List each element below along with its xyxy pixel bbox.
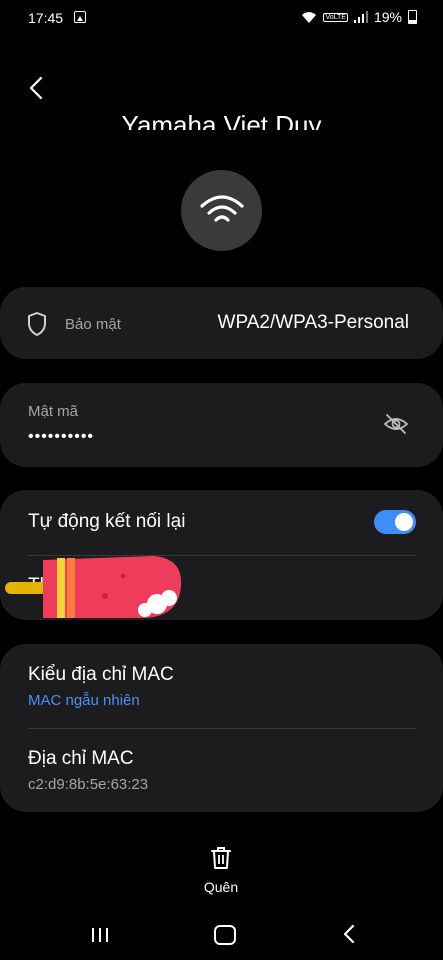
back-icon[interactable] (341, 924, 357, 944)
divider (28, 728, 417, 729)
password-card[interactable]: Mật mã •••••••••• (0, 383, 443, 467)
security-card: Bảo mật WPA2/WPA3-Personal (0, 287, 443, 359)
wifi-signal-icon (302, 11, 317, 23)
gallery-icon (74, 11, 86, 23)
volte-icon: VoLTE (323, 12, 348, 22)
back-arrow-icon (29, 76, 43, 100)
auto-reconnect-card: Tự động kết nối lại Th (0, 490, 443, 620)
popsicle-sticker (5, 556, 182, 618)
forget-label: Quên (203, 879, 239, 895)
status-time: 17:45 (28, 10, 64, 26)
status-icons: VoLTE 19% (301, 9, 417, 25)
battery-icon (408, 10, 417, 24)
navigation-bar (0, 910, 443, 960)
cell-signal-icon (353, 11, 368, 23)
network-name-title: Yamaha Viet Duy (40, 104, 403, 130)
shield-icon (28, 312, 46, 336)
mac-address-label: Địa chỉ MAC (28, 748, 134, 769)
security-label: Bảo mật (65, 316, 121, 333)
password-label: Mật mã (28, 403, 79, 420)
trash-icon (211, 847, 231, 869)
eye-off-icon[interactable] (383, 413, 409, 435)
network-name-text: Yamaha Viet Duy (121, 110, 322, 130)
mac-type-label: Kiểu địa chỉ MAC (28, 664, 174, 685)
status-bar: 17:45 VoLTE 19% (0, 0, 443, 36)
back-button[interactable] (22, 72, 52, 104)
mac-type-value: MAC ngẫu nhiên (28, 692, 140, 709)
auto-reconnect-toggle[interactable] (374, 510, 416, 534)
password-field[interactable]: •••••••••• (28, 428, 94, 446)
mac-card: Kiểu địa chỉ MAC MAC ngẫu nhiên Địa chỉ … (0, 644, 443, 812)
wifi-avatar (181, 170, 262, 251)
security-value: WPA2/WPA3-Personal (217, 312, 409, 333)
auto-reconnect-label: Tự động kết nối lại (28, 511, 186, 532)
wifi-icon (199, 194, 244, 222)
battery-percent: 19% (373, 9, 402, 25)
forget-button[interactable]: Quên (191, 846, 251, 895)
recent-apps-icon[interactable] (90, 926, 110, 944)
mac-address-value: c2:d9:8b:5e:63:23 (28, 776, 149, 793)
home-icon[interactable] (214, 925, 236, 945)
